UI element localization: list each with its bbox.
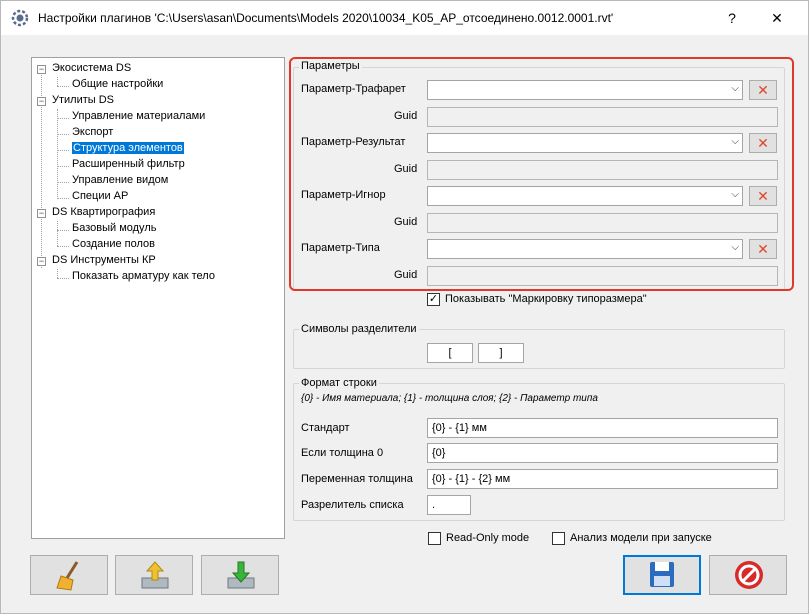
tree-node-base-module[interactable]: Базовый модуль: [72, 221, 156, 236]
tree-expander[interactable]: −: [37, 65, 46, 74]
separator-right-field[interactable]: ]: [478, 343, 524, 363]
zero-thickness-label: Если толщина 0: [301, 447, 384, 459]
param-label: Параметр-Трафарет: [301, 83, 406, 95]
readonly-checkbox[interactable]: [428, 532, 441, 545]
tree-expander[interactable]: −: [37, 97, 46, 106]
cancel-button[interactable]: [709, 555, 787, 595]
window-title: Настройки плагинов 'C:\Users\asan\Docume…: [38, 11, 614, 25]
readonly-label: Read-Only mode: [446, 532, 530, 544]
tree-node-ecosystem[interactable]: Экосистема DS: [52, 61, 131, 76]
tree-node-materials[interactable]: Управление материалами: [72, 109, 205, 124]
standard-field[interactable]: {0} - {1} мм: [427, 418, 778, 438]
tree-node-label: DS Квартирография: [52, 206, 156, 218]
list-separator-label: Разрелитель списка: [301, 499, 404, 511]
delete-type-button[interactable]: ✕: [749, 239, 777, 259]
tree-node-label: Управление материалами: [72, 110, 206, 122]
variable-thickness-field[interactable]: {0} - {1} - {2} мм: [427, 469, 778, 489]
tree-node-rebar-solid[interactable]: Показать арматуру как тело: [72, 269, 215, 284]
variable-thickness-label: Переменная толщина: [301, 473, 413, 485]
chevron-down-icon: ⌵: [731, 136, 739, 147]
show-marking-label: Показывать "Маркировку типоразмера": [445, 293, 647, 305]
tree-node-apartments[interactable]: DS Квартирография: [52, 205, 155, 220]
guid-stencil-field: [427, 107, 778, 127]
tree-node-general-settings[interactable]: Общие настройки: [72, 77, 163, 92]
tree-expander[interactable]: −: [37, 257, 46, 266]
chevron-down-icon: ⌵: [731, 242, 739, 253]
chevron-down-icon: ⌵: [731, 83, 739, 94]
tree-node-export[interactable]: Экспорт: [72, 125, 113, 140]
download-icon: [227, 561, 255, 589]
tree-node-label: Общие настройки: [72, 78, 164, 90]
tree-node-label: Базовый модуль: [72, 222, 157, 234]
help-button[interactable]: ?: [717, 5, 747, 31]
close-button[interactable]: ✕: [759, 5, 795, 31]
guid-label: Guid: [394, 269, 418, 281]
guid-type-field: [427, 266, 778, 286]
show-marking-checkbox[interactable]: ✓: [427, 293, 440, 306]
tree-node-kr-tools[interactable]: DS Инструменты КР: [52, 253, 156, 268]
delete-result-button[interactable]: ✕: [749, 133, 777, 153]
separators-group: [293, 329, 785, 369]
delete-ignore-button[interactable]: ✕: [749, 186, 777, 206]
tree-node-label: Структура элементов: [72, 142, 184, 154]
guid-label: Guid: [394, 216, 418, 228]
plugin-tree[interactable]: − Экосистема DS Общие настройки − Утилит…: [31, 57, 285, 539]
tree-node-ar-specs[interactable]: Специи АР: [72, 189, 128, 204]
tree-node-label: Утилиты DS: [52, 94, 115, 106]
param-result-combo[interactable]: ⌵: [427, 133, 743, 153]
guid-label: Guid: [394, 163, 418, 175]
guid-result-field: [427, 160, 778, 180]
tree-node-utilities[interactable]: Утилиты DS: [52, 93, 114, 108]
title-bar: Настройки плагинов 'C:\Users\asan\Docume…: [1, 1, 808, 35]
param-ignore-combo[interactable]: ⌵: [427, 186, 743, 206]
no-entry-icon: [735, 561, 763, 589]
upload-button[interactable]: [115, 555, 193, 595]
tree-node-label: DS Инструменты КР: [52, 254, 156, 266]
analyze-label: Анализ модели при запуске: [570, 532, 712, 544]
separators-group-title: Символы разделители: [299, 323, 419, 335]
zero-thickness-field[interactable]: {0}: [427, 443, 778, 463]
format-hint: {0} - Имя материала; {1} - толщина слоя;…: [301, 393, 598, 404]
guid-label: Guid: [394, 110, 418, 122]
separator-left-field[interactable]: [: [427, 343, 473, 363]
save-button[interactable]: [623, 555, 701, 595]
floppy-disk-icon: [650, 562, 674, 587]
settings-window: Настройки плагинов 'C:\Users\asan\Docume…: [0, 0, 809, 614]
broom-icon: [56, 561, 79, 591]
tree-node-label: Создание полов: [72, 238, 156, 250]
download-button[interactable]: [201, 555, 279, 595]
format-group-title: Формат строки: [299, 377, 379, 389]
upload-icon: [141, 561, 169, 589]
tree-node-advanced-filter[interactable]: Расширенный фильтр: [72, 157, 185, 172]
delete-stencil-button[interactable]: ✕: [749, 80, 777, 100]
param-label: Параметр-Типа: [301, 242, 380, 254]
standard-label: Стандарт: [301, 422, 350, 434]
tree-node-label: Показать арматуру как тело: [72, 270, 215, 282]
list-separator-field[interactable]: .: [427, 495, 471, 515]
chevron-down-icon: ⌵: [731, 189, 739, 200]
gear-icon: [11, 9, 29, 27]
param-label: Параметр-Результат: [301, 136, 406, 148]
param-stencil-combo[interactable]: ⌵: [427, 80, 743, 100]
tree-node-floors[interactable]: Создание полов: [72, 237, 155, 252]
tree-node-label: Специи АР: [72, 190, 129, 202]
guid-ignore-field: [427, 213, 778, 233]
analyze-checkbox[interactable]: [552, 532, 565, 545]
tree-expander[interactable]: −: [37, 209, 46, 218]
tree-node-element-structure[interactable]: Структура элементов: [72, 141, 184, 156]
tree-node-label: Управление видом: [72, 174, 169, 186]
tree-node-label: Расширенный фильтр: [72, 158, 185, 170]
tree-node-label: Экосистема DS: [52, 62, 132, 74]
clear-button[interactable]: [30, 555, 108, 595]
param-type-combo[interactable]: ⌵: [427, 239, 743, 259]
tree-node-label: Экспорт: [72, 126, 114, 138]
tree-node-view-control[interactable]: Управление видом: [72, 173, 168, 188]
param-label: Параметр-Игнор: [301, 189, 386, 201]
